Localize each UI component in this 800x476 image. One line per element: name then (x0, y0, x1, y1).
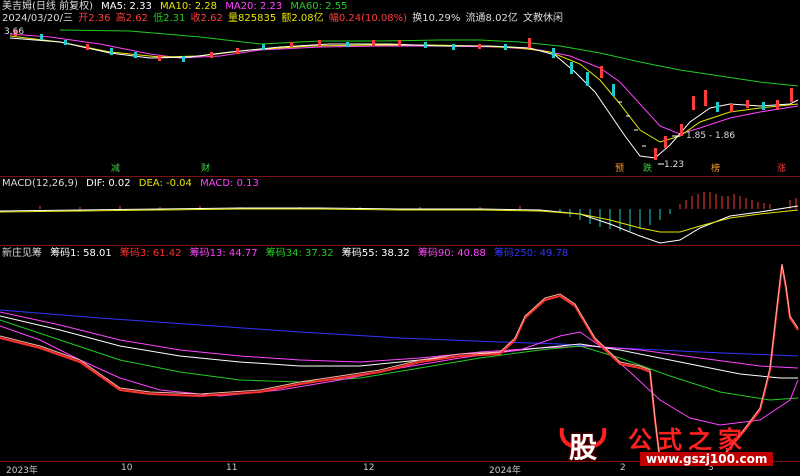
event-marker-finance[interactable]: 财 (200, 164, 211, 175)
chip-34: 筹码34: 37.32 (265, 248, 334, 259)
event-marker-fall[interactable]: 跌 (642, 164, 653, 175)
chip-250: 筹码250: 49.78 (494, 248, 569, 259)
chip34-line (0, 319, 799, 401)
event-marker-list[interactable]: 榜 (710, 164, 721, 175)
indicator-title[interactable]: 新庄见筹 (2, 248, 42, 259)
chip90-line (0, 311, 799, 369)
macd-dea: DEA: -0.04 (138, 178, 192, 189)
chip-3: 筹码3: 61.42 (119, 248, 182, 259)
macd-title[interactable]: MACD(12,26,9) (2, 178, 78, 189)
logo-url: www.gszj100.com (640, 452, 774, 466)
chip13-line (0, 325, 799, 426)
event-marker-rise[interactable]: 涨 (776, 164, 787, 175)
macd-header: MACD(12,26,9) DIF: 0.02 DEA: -0.04 MACD:… (2, 178, 264, 190)
axis-label-2023: 2023年 (6, 466, 38, 476)
price-chart[interactable] (0, 0, 800, 176)
indicator-header: 新庄见筹 筹码1: 58.01 筹码3: 61.42 筹码13: 44.77 筹… (2, 248, 573, 260)
chip250-line (0, 309, 799, 357)
chip-55: 筹码55: 38.32 (341, 248, 410, 259)
ma5-line (9, 37, 799, 159)
candles (14, 30, 793, 160)
chip-1: 筹码1: 58.01 (50, 248, 112, 259)
chip-90: 筹码90: 40.88 (417, 248, 486, 259)
logo-mark: 股 (569, 431, 598, 464)
macd-bars (39, 192, 797, 231)
price-range-label: 1.85 - 1.86 (686, 131, 736, 141)
ma20-line (9, 33, 799, 135)
axis-label-dec: 12 (363, 463, 375, 473)
axis-label-2024: 2024年 (489, 466, 521, 476)
logo-name: 公式之家 (628, 426, 748, 454)
macd-value: MACD: 0.13 (200, 178, 259, 189)
price-high-label: 3.66 (4, 27, 25, 37)
site-watermark: 股 公式之家 www.gszj100.com (558, 420, 798, 470)
axis-label-nov: 11 (226, 463, 238, 473)
ma10-line (9, 35, 799, 143)
panel-divider (0, 176, 800, 177)
axis-label-oct: 10 (121, 463, 133, 473)
price-guides (618, 101, 680, 165)
ma60-line (59, 29, 799, 87)
panel-divider-2 (0, 245, 800, 246)
event-marker-reduce[interactable]: 减 (110, 164, 121, 175)
macd-dea-line (0, 208, 799, 233)
event-marker-forecast[interactable]: 预 (614, 164, 625, 175)
bull-logo-icon: 股 (558, 420, 608, 468)
chip55-line (0, 315, 798, 379)
price-low-label: 1.23 (664, 160, 685, 170)
macd-dif: DIF: 0.02 (86, 178, 131, 189)
chip-13: 筹码13: 44.77 (189, 248, 258, 259)
macd-dif-line (0, 205, 799, 244)
